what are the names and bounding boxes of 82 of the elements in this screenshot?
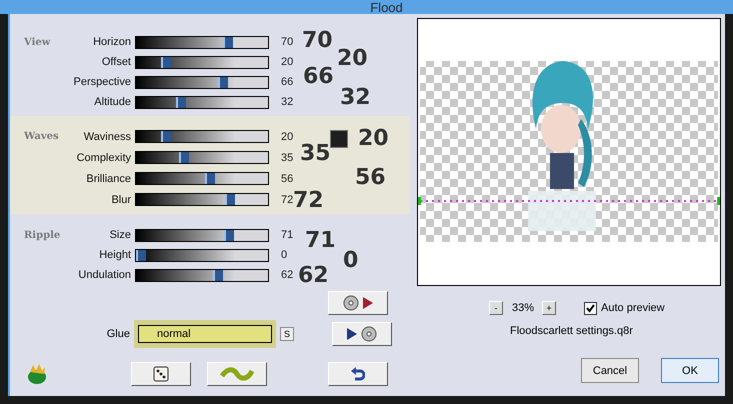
slider[interactable] (135, 151, 269, 164)
annotation-number: 72 (293, 188, 324, 213)
slider-thumb[interactable] (212, 270, 223, 280)
slider-value: 0 (281, 249, 288, 261)
annotation-number: 71 (305, 228, 336, 253)
zoom-level: 33% (512, 302, 534, 314)
slider[interactable] (135, 76, 269, 88)
ok-button[interactable]: OK (661, 358, 719, 383)
apply-preset-button[interactable] (332, 322, 392, 346)
slider-thumb[interactable] (225, 194, 236, 205)
annotation-number: 62 (298, 263, 329, 288)
disc-icon (343, 295, 359, 311)
random-button[interactable] (131, 362, 191, 386)
slider-value: 35 (281, 152, 294, 164)
slider-label: Horizon (93, 36, 131, 48)
slider-label: Offset (102, 56, 131, 68)
slider-value: 66 (281, 76, 294, 88)
slider-label: Size (110, 229, 131, 241)
logo-icon (26, 363, 48, 385)
slider-thumb[interactable] (136, 250, 146, 260)
slider-value: 56 (281, 172, 294, 184)
slider-label: Waviness (84, 130, 131, 142)
window-title: Flood (370, 1, 403, 14)
slider[interactable] (135, 248, 269, 262)
slider-label: Complexity (76, 152, 131, 164)
undo-icon (351, 366, 365, 382)
group-label: Ripple (24, 230, 62, 240)
slider-thumb[interactable] (224, 230, 234, 240)
slider-value: 20 (281, 56, 294, 68)
slider[interactable] (135, 130, 269, 143)
dice-icon (152, 365, 170, 383)
slider-thumb[interactable] (160, 131, 171, 142)
annotation-number: 66 (303, 64, 334, 89)
slider[interactable] (135, 56, 269, 68)
glue-label: Glue (106, 328, 131, 340)
slider-value: 20 (281, 130, 294, 142)
settings-file-name: Floodscarlett settings.q8r (510, 325, 634, 337)
group-label: View (24, 36, 52, 48)
slider-label: Perspective (74, 76, 131, 88)
auto-preview-checkbox[interactable] (584, 302, 598, 314)
annotation-number: 0 (343, 248, 358, 273)
slider-label: Height (99, 249, 131, 261)
cancel-button[interactable]: Cancel (581, 358, 639, 383)
slider[interactable] (135, 193, 269, 206)
slider-label: Blur (111, 194, 131, 206)
annotation-number: 32 (340, 85, 371, 110)
slider-thumb[interactable] (179, 152, 190, 163)
slider-label: Altitude (94, 96, 131, 108)
slider[interactable] (135, 228, 269, 242)
slider[interactable] (135, 96, 269, 108)
slider-value: 70 (281, 36, 294, 48)
zoom-out-button[interactable]: - (489, 301, 503, 315)
play-icon (347, 328, 357, 340)
slider-thumb[interactable] (218, 76, 228, 88)
slider-value: 71 (281, 229, 294, 241)
glue-button[interactable]: S (280, 327, 294, 341)
slider-label: Brilliance (86, 172, 131, 184)
slider-thumb[interactable] (205, 173, 216, 184)
slider[interactable] (135, 36, 269, 48)
play-icon (363, 297, 373, 309)
slider-thumb[interactable] (222, 36, 233, 48)
glue-field[interactable]: normal (138, 325, 272, 343)
zoom-in-button[interactable]: + (542, 301, 556, 315)
group-label: Waves (24, 131, 60, 142)
annotation-number: 20 (358, 126, 389, 151)
annotation-number: 20 (337, 46, 368, 71)
wave-icon (220, 367, 254, 381)
slider-value: 32 (281, 96, 294, 108)
slider[interactable] (135, 172, 269, 185)
undo-button[interactable] (328, 362, 388, 386)
annotation-number: 56 (355, 165, 386, 190)
slider-thumb[interactable] (176, 96, 186, 108)
disc-icon (361, 326, 377, 342)
slider-label: Undulation (78, 269, 131, 281)
annotation-number: 70 (302, 28, 333, 53)
color-swatch[interactable] (330, 130, 348, 148)
random-to-preview-button[interactable] (328, 291, 388, 315)
slider[interactable] (135, 268, 269, 282)
checkbox-label: Auto preview (601, 302, 665, 314)
slider-thumb[interactable] (160, 56, 171, 68)
reset-button[interactable] (207, 362, 267, 386)
annotation-number: 35 (300, 141, 331, 166)
